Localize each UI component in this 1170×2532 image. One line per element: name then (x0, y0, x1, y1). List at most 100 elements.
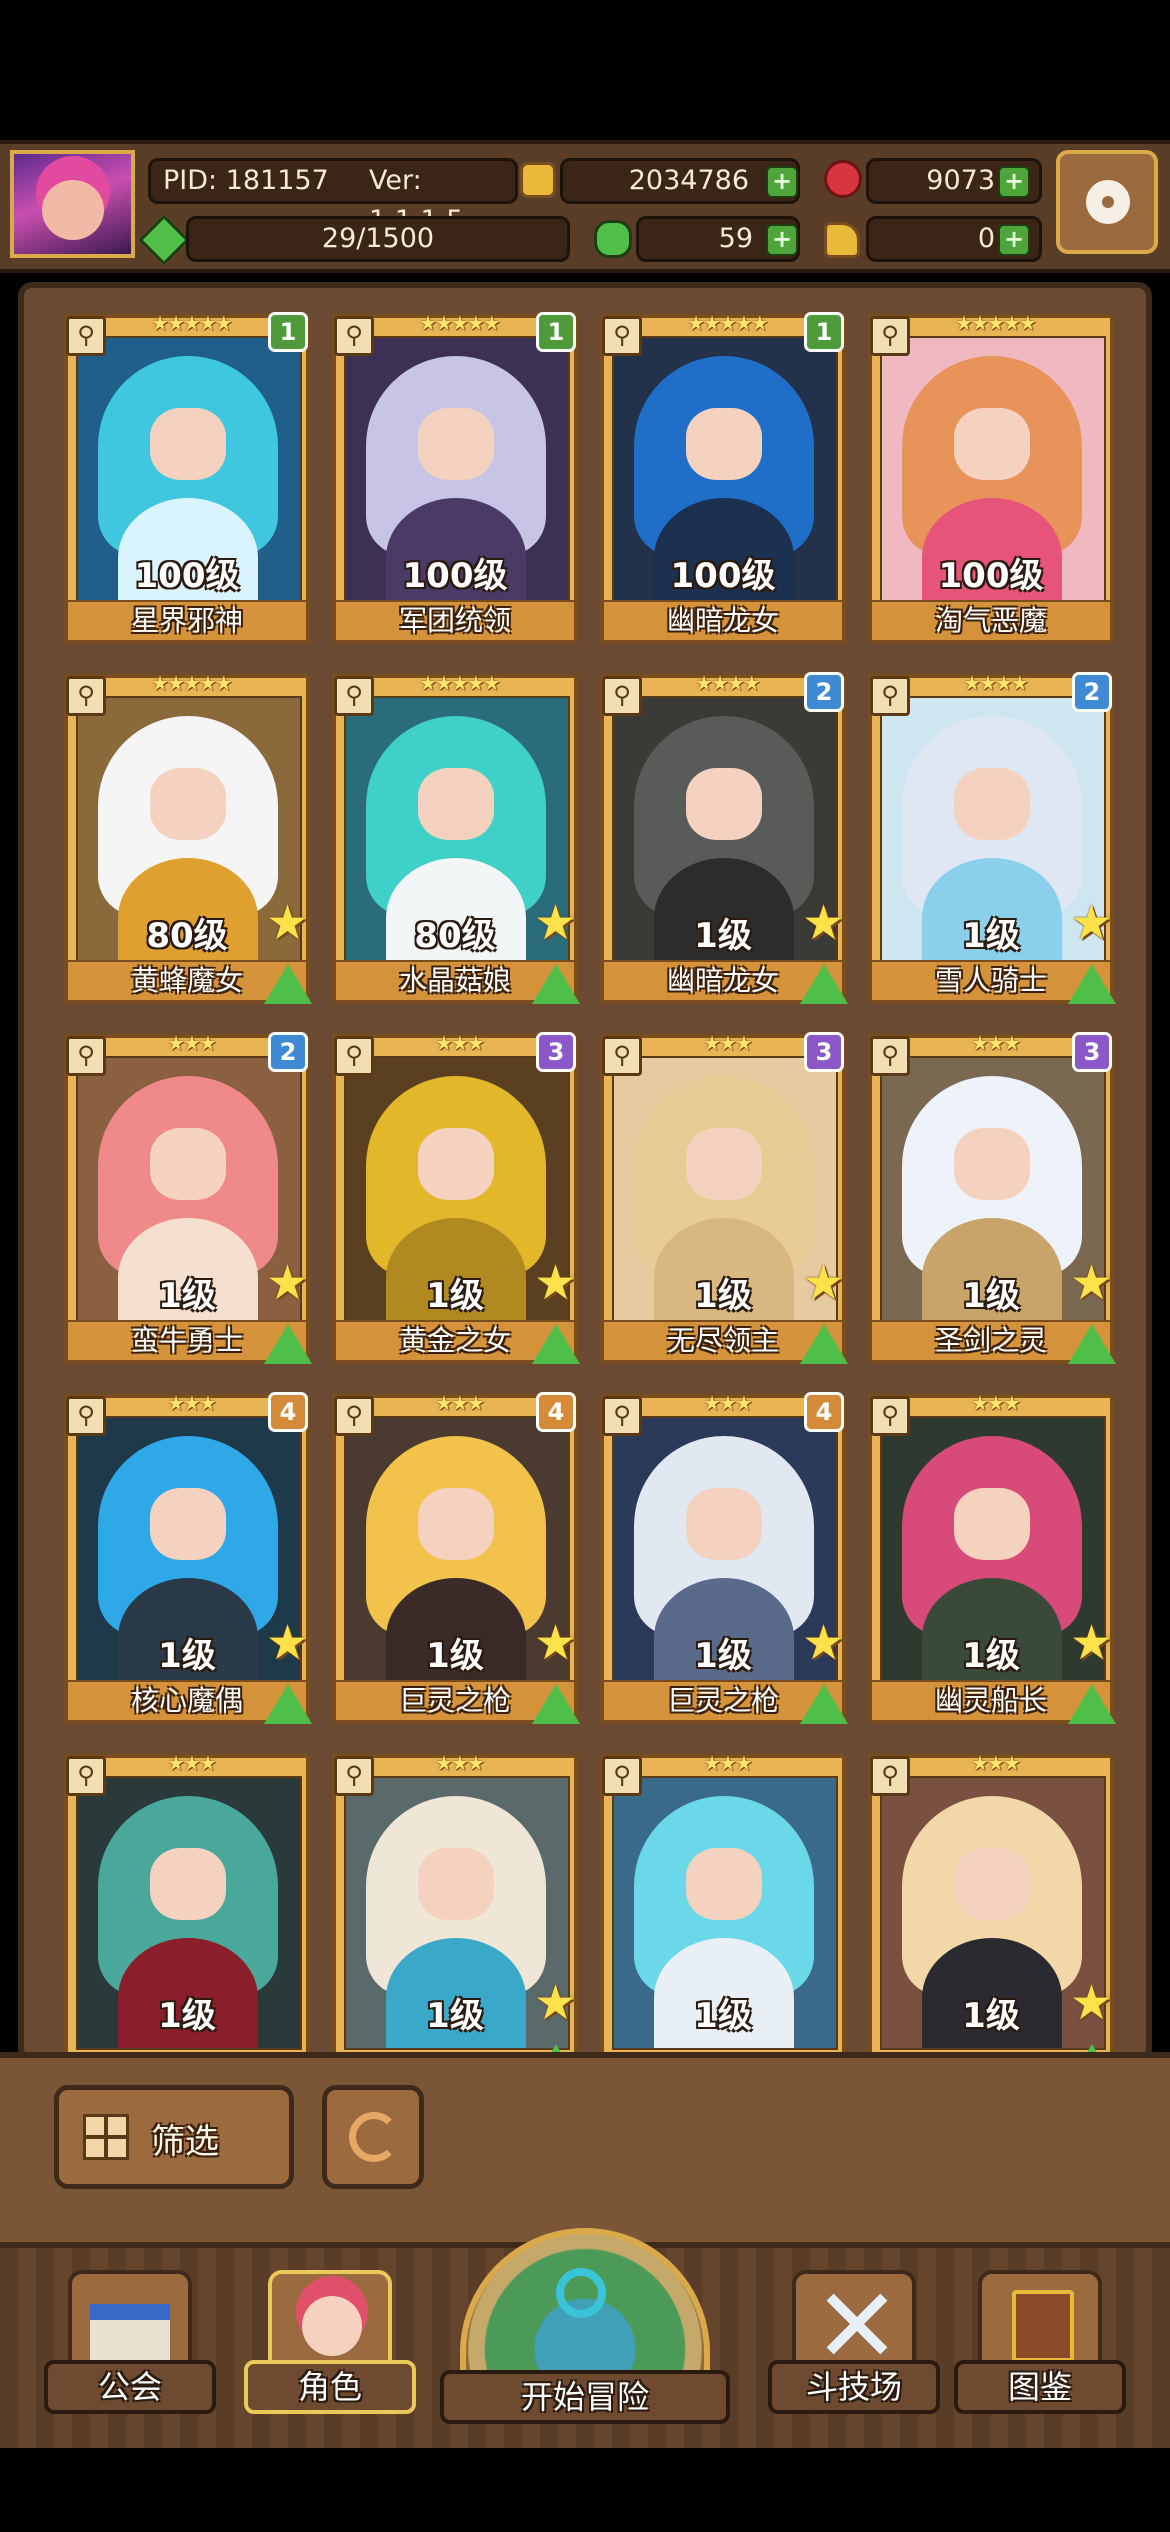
add-gold-button[interactable]: + (766, 166, 798, 198)
character-card[interactable]: ⚲ ★★★ 3 1级 黄金之女 ★ (332, 1031, 580, 1364)
rank-badge: 2 (268, 1032, 308, 1072)
nav-guild[interactable]: 公会 (44, 2264, 216, 2414)
lock-key-icon: ⚲ (66, 1756, 106, 1796)
character-card[interactable]: ⚲ ★★★★★ 80级 水晶菇娘 ★ (332, 672, 580, 1004)
crossed-swords-icon (792, 2270, 916, 2370)
character-card[interactable]: ⚲ ★★★★★ 100级 淘气恶魔 (868, 312, 1114, 644)
character-grid: ⚲ ★★★★★ 1 100级 星界邪神 ⚲ ★★★★★ 1 100级 军团统领 ⚲ ★★★★★ 1 100… (18, 282, 1152, 2062)
character-card[interactable]: ⚲ ★★★ 1级 ★ (332, 1751, 580, 2056)
character-card[interactable]: ⚲ ★★★ 1级 ★ (868, 1751, 1116, 2056)
character-level: 100级 (938, 556, 1044, 596)
clover-value: 59 (718, 223, 753, 254)
star-rating: ★★★★★ (419, 311, 501, 335)
upgrade-arrow-icon (264, 1324, 312, 1364)
add-gem-button[interactable]: + (998, 166, 1030, 198)
magnifier-icon (556, 2268, 606, 2318)
add-clover-button[interactable]: + (766, 224, 798, 256)
filter-button[interactable]: 筛选 (54, 2085, 294, 2189)
star-upgrade-icon: ★ (1070, 895, 1114, 951)
character-card[interactable]: ⚲ ★★★ 2 1级 蛮牛勇士 ★ (64, 1032, 312, 1364)
lock-key-icon: ⚲ (870, 316, 910, 356)
rank-badge: 3 (804, 1032, 844, 1072)
lock-key-icon: ⚲ (334, 316, 374, 356)
clover-icon (594, 220, 632, 258)
star-upgrade-icon: ★ (802, 895, 846, 951)
lock-key-icon: ⚲ (66, 676, 106, 716)
character-card[interactable]: ⚲ ★★★★★ 1 100级 星界邪神 (64, 311, 310, 644)
gem-icon (824, 160, 862, 198)
character-card[interactable]: ⚲ ★★★ 1级 (64, 1751, 310, 2056)
character-name: 淘气恶魔 (872, 600, 1110, 640)
star-rating: ★★★ (435, 1751, 485, 1775)
lock-key-icon: ⚲ (66, 1036, 106, 1076)
refresh-button[interactable] (322, 2085, 424, 2189)
lock-key-icon: ⚲ (602, 1756, 642, 1796)
lock-key-icon: ⚲ (870, 1036, 910, 1076)
rank-badge: 4 (536, 1392, 576, 1432)
character-level: 100级 (402, 556, 508, 596)
character-level: 100级 (134, 556, 240, 596)
star-rating: ★★★ (435, 1391, 485, 1415)
lock-key-icon: ⚲ (602, 676, 642, 716)
rank-badge: 2 (804, 672, 844, 712)
character-card[interactable]: ⚲ ★★★ 3 1级 圣剑之灵 ★ (868, 1032, 1116, 1364)
pid-text: PID: 181157 (163, 165, 329, 196)
star-rating: ★★★ (167, 1391, 217, 1415)
add-key-button[interactable]: + (998, 224, 1030, 256)
key-icon (824, 222, 860, 258)
character-card[interactable]: ⚲ ★★★ 4 1级 巨灵之枪 ★ (332, 1391, 580, 1724)
star-rating: ★★★★★ (151, 311, 233, 335)
settings-button[interactable] (1056, 150, 1158, 254)
character-card[interactable]: ⚲ ★★★ 3 1级 无尽领主 ★ (600, 1032, 848, 1364)
character-card[interactable]: ⚲ ★★★ 4 1级 巨灵之枪 ★ (600, 1392, 848, 1724)
lock-key-icon: ⚲ (870, 1396, 910, 1436)
nav-character-label: 角色 (244, 2360, 416, 2414)
upgrade-arrow-icon (800, 1324, 848, 1364)
lock-key-icon: ⚲ (66, 316, 106, 356)
gold-coin-icon (520, 162, 556, 198)
character-name: 幽暗龙女 (604, 600, 842, 640)
lock-key-icon: ⚲ (334, 676, 374, 716)
gold-panel: 2034786 (560, 158, 800, 204)
key-value: 0 (977, 223, 995, 254)
player-avatar[interactable] (10, 150, 135, 258)
star-rating: ★★★ (167, 1751, 217, 1775)
star-upgrade-icon: ★ (534, 1615, 578, 1671)
upgrade-arrow-icon (532, 1684, 580, 1724)
nav-codex[interactable]: 图鉴 (954, 2264, 1126, 2414)
character-card[interactable]: ⚲ ★★★★★ 80级 黄蜂魔女 ★ (64, 672, 312, 1004)
star-rating: ★★★★ (695, 671, 761, 695)
character-level: 1级 (158, 1996, 216, 2036)
lock-key-icon: ⚲ (870, 676, 910, 716)
nav-character[interactable]: 角色 (244, 2264, 416, 2414)
rank-badge: 1 (804, 312, 844, 352)
star-rating: ★★★ (703, 1751, 753, 1775)
character-face-icon (268, 2270, 392, 2370)
character-card[interactable]: ⚲ ★★★★ 2 1级 幽暗龙女 ★ (600, 671, 848, 1004)
lock-key-icon: ⚲ (602, 1036, 642, 1076)
star-rating: ★★★ (435, 1031, 485, 1055)
lock-key-icon: ⚲ (334, 1396, 374, 1436)
character-card[interactable]: ⚲ ★★★★★ 1 100级 幽暗龙女 (600, 312, 846, 644)
upgrade-arrow-icon (264, 964, 312, 1004)
gold-value: 2034786 (628, 165, 749, 196)
character-level: 1级 (694, 1996, 752, 2036)
lock-key-icon: ⚲ (602, 1396, 642, 1436)
nav-arena[interactable]: 斗技场 (768, 2264, 940, 2414)
character-card[interactable]: ⚲ ★★★ 1级 (600, 1751, 846, 2056)
star-upgrade-icon: ★ (266, 1615, 310, 1671)
rank-badge: 1 (268, 312, 308, 352)
character-card[interactable]: ⚲ ★★★★★ 1 100级 军团统领 (332, 311, 578, 644)
guild-building-icon (68, 2270, 192, 2370)
lock-key-icon: ⚲ (66, 1396, 106, 1436)
star-upgrade-icon: ★ (1070, 1975, 1114, 2031)
lock-key-icon: ⚲ (334, 1036, 374, 1076)
character-card[interactable]: ⚲ ★★★ 4 1级 核心魔偶 ★ (64, 1391, 312, 1724)
character-card[interactable]: ⚲ ★★★★ 2 1级 雪人骑士 ★ (868, 672, 1116, 1004)
star-upgrade-icon: ★ (534, 1255, 578, 1311)
upgrade-arrow-icon (1068, 964, 1116, 1004)
star-rating: ★★★ (971, 1751, 1021, 1775)
upgrade-arrow-icon (532, 1324, 580, 1364)
character-card[interactable]: ⚲ ★★★ 1级 幽灵船长 ★ (868, 1392, 1116, 1724)
nav-start-adventure[interactable]: 开始冒险 (440, 2228, 730, 2424)
